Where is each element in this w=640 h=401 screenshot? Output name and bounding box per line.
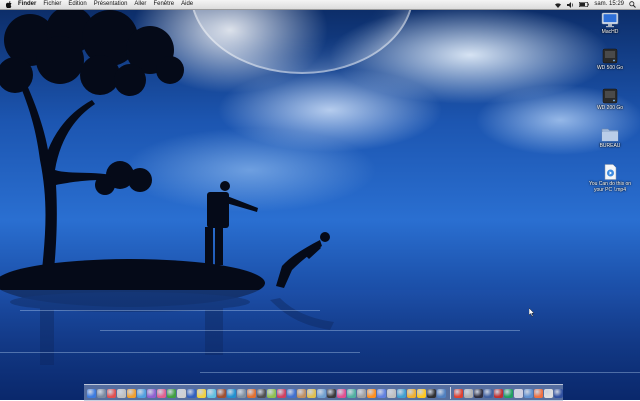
dock-app-icon[interactable] (307, 388, 316, 398)
dock-app-icon[interactable] (544, 388, 553, 398)
dock-app-icon[interactable] (367, 388, 376, 398)
dock-app-icon[interactable] (494, 388, 503, 398)
apple-menu-icon[interactable] (6, 1, 12, 8)
dock-app-icon[interactable] (197, 388, 206, 398)
dock-app-icon[interactable] (357, 388, 366, 398)
menu-fichier[interactable]: Fichier (43, 0, 61, 9)
desktop-icon-wd-500[interactable]: WD 500 Go (587, 48, 633, 71)
dock-app-icon[interactable] (464, 388, 473, 398)
dock-app-icon[interactable] (377, 388, 386, 398)
folder-icon (601, 128, 619, 142)
menu-extras: sam. 15:29 (549, 0, 636, 9)
dock-app-icon[interactable] (327, 388, 336, 398)
dock-app-icon[interactable] (237, 388, 246, 398)
dock-app-icon[interactable] (474, 388, 483, 398)
menu-aide[interactable]: Aide (181, 0, 193, 9)
imac-drive-icon (601, 12, 619, 28)
hard-drive-icon (602, 48, 618, 64)
dock-app-icon[interactable] (207, 388, 216, 398)
dock-app-icon[interactable] (177, 388, 186, 398)
desktop-wallpaper (0, 0, 640, 400)
mouse-cursor-icon (529, 308, 535, 317)
desktop-icon-machd[interactable]: MacHD (587, 12, 633, 35)
battery-icon[interactable] (579, 2, 590, 7)
dock-app-icon[interactable] (247, 388, 256, 398)
dock-app-icon[interactable] (217, 388, 226, 398)
dock-app-icon[interactable] (387, 388, 396, 398)
dock-app-icon[interactable] (87, 388, 96, 398)
dock-app-icon[interactable] (267, 388, 276, 398)
dock-app-icon[interactable] (297, 388, 306, 398)
dock (84, 384, 563, 401)
dock-app-icon[interactable] (427, 388, 436, 398)
dock-app-icon[interactable] (337, 388, 346, 398)
menu-presentation[interactable]: Présentation (94, 0, 128, 9)
desktop-icon-label: MacHD (601, 29, 619, 35)
dock-app-icon[interactable] (117, 388, 126, 398)
dock-app-icon[interactable] (407, 388, 416, 398)
dock-app-icon[interactable] (127, 388, 136, 398)
dock-app-icon[interactable] (287, 388, 296, 398)
dock-app-icon[interactable] (554, 388, 563, 398)
dock-app-icon[interactable] (277, 388, 286, 398)
dock-app-icon[interactable] (454, 388, 463, 398)
dock-separator (450, 387, 451, 399)
desktop-icon-label: BUREAU (599, 143, 621, 149)
menu-bar: Finder Fichier Édition Présentation Alle… (0, 0, 640, 10)
video-file-icon (604, 164, 617, 180)
hard-drive-icon (602, 88, 618, 104)
dock-app-icon[interactable] (534, 388, 543, 398)
menu-finder[interactable]: Finder (18, 0, 36, 9)
dock-app-icon[interactable] (107, 388, 116, 398)
desktop-icon-label: WD 200 Go (596, 105, 624, 111)
dock-app-icon[interactable] (257, 388, 266, 398)
menu-edition[interactable]: Édition (68, 0, 86, 9)
dock-app-icon[interactable] (317, 388, 326, 398)
dock-app-icon[interactable] (504, 388, 513, 398)
dock-app-icon[interactable] (437, 388, 446, 398)
dock-app-icon[interactable] (227, 388, 236, 398)
dock-app-icon[interactable] (514, 388, 523, 398)
dock-app-icon[interactable] (157, 388, 166, 398)
desktop-icon-bureau[interactable]: BUREAU (587, 126, 633, 149)
wifi-icon[interactable] (554, 2, 562, 8)
dock-app-icon[interactable] (137, 388, 146, 398)
dock-app-icon[interactable] (524, 388, 533, 398)
dock-app-icon[interactable] (97, 388, 106, 398)
desktop-icon-label: WD 500 Go (596, 65, 624, 71)
menu-clock[interactable]: sam. 15:29 (594, 0, 624, 9)
volume-icon[interactable] (567, 1, 574, 8)
dock-app-icon[interactable] (147, 388, 156, 398)
menu-aller[interactable]: Aller (134, 0, 146, 9)
spotlight-icon[interactable] (629, 1, 636, 8)
dock-app-icon[interactable] (397, 388, 406, 398)
dock-app-icon[interactable] (484, 388, 493, 398)
desktop-icon-video[interactable]: You Can do this on your PC !.mp4 (587, 164, 633, 193)
dock-app-icon[interactable] (347, 388, 356, 398)
dock-app-icon[interactable] (187, 388, 196, 398)
desktop-icon-wd-200[interactable]: WD 200 Go (587, 88, 633, 111)
menu-fenetre[interactable]: Fenêtre (153, 0, 174, 9)
dock-app-icon[interactable] (417, 388, 426, 398)
dock-app-icon[interactable] (167, 388, 176, 398)
desktop-icon-label: You Can do this on your PC !.mp4 (588, 181, 632, 193)
